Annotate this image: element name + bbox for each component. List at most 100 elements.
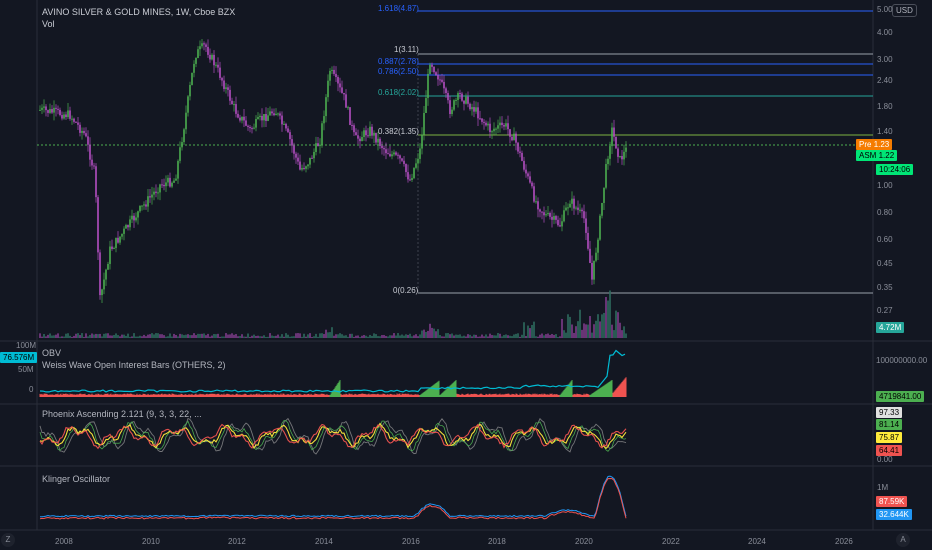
volume-bar [485,334,487,338]
volume-bar [589,316,591,338]
volume-bar [45,336,47,338]
after-market-tag: ASM 1.22 [856,150,898,161]
candle-body [113,247,115,249]
candle-body [391,154,393,157]
candle-body [295,153,297,158]
candle-body [539,209,541,212]
zoom-button[interactable]: Z [1,533,15,547]
volume-bar [199,333,201,338]
candle-body [235,104,237,114]
candle-body [335,73,337,78]
currency-badge[interactable]: USD [892,4,917,17]
volume-bar [335,334,337,338]
candle-body [197,49,199,59]
candle-body [157,192,159,194]
volume-bar [121,334,123,338]
phoenix-title: Phoenix Ascending 2.121 (9, 3, 3, 22, ..… [42,409,202,419]
candle-body [457,93,459,100]
volume-bar [55,334,57,338]
candle-body [119,236,121,243]
candle-body [149,196,151,198]
volume-bar [137,336,139,338]
candle-body [401,158,403,161]
volume-bar [521,334,523,338]
candle-body [389,153,391,157]
candle-body [609,146,611,159]
volume-bar [131,336,133,338]
fib-label-1618: 1.618(4.87) [378,4,419,13]
candle-body [555,216,557,220]
candle-body [77,122,79,125]
volume-bar [509,335,511,338]
candle-body [565,207,567,211]
candle-body [311,157,313,159]
candle-body [549,213,551,217]
candle-body [265,114,267,121]
candle-body [337,77,339,84]
price-tick: 2.40 [877,76,893,85]
volume-bar [171,336,173,338]
candle-body [215,64,217,66]
candle-body [419,148,421,159]
candle-body [205,44,207,47]
candle-body [359,138,361,142]
candle-body [501,122,503,126]
candle-body [59,109,61,116]
candle-body [63,114,65,119]
volume-bar [309,333,311,338]
volume-bar [189,335,191,338]
candle-body [505,123,507,127]
volume-bar [625,333,627,338]
volume-bar [265,336,267,338]
time-tick: 2014 [315,537,333,546]
volume-bar [41,336,43,338]
volume-bar [363,334,365,338]
volume-bar [143,334,145,338]
auto-scale-button[interactable]: A [896,533,910,547]
volume-bar [463,335,465,338]
volume-bar [49,333,51,338]
volume-bar [435,331,437,338]
candle-body [135,217,137,221]
candle-body [511,136,513,141]
candle-body [515,133,517,143]
candle-body [57,108,59,110]
volume-bar [617,312,619,338]
candle-body [351,124,353,126]
volume-bar [79,335,81,338]
candle-body [487,123,489,126]
candle-body [535,201,537,203]
volume-bar [473,334,475,338]
candle-body [309,157,311,165]
candle-body [415,163,417,168]
volume-bar [141,336,143,338]
candle-body [585,218,587,233]
candle-body [169,177,171,187]
volume-bar [455,334,457,338]
volume-bar [95,333,97,338]
candle-body [455,99,457,101]
volume-bar [247,333,249,338]
volume-bar [285,333,287,338]
chart-title: AVINO SILVER & GOLD MINES, 1W, Cboe BZX [42,7,236,17]
candle-body [55,107,57,109]
volume-bar [75,333,77,338]
volume-bar [253,334,255,338]
chart-canvas[interactable] [0,0,932,550]
volume-bar [269,333,271,338]
volume-bar [345,335,347,338]
candle-body [529,176,531,183]
candle-body [395,152,397,155]
candle-body [495,128,497,130]
volume-bar [421,330,423,338]
price-tick: 0.80 [877,208,893,217]
candle-body [243,116,245,121]
volume-bar [475,334,477,338]
candle-body [587,232,589,249]
volume-bar [191,335,193,338]
volume-bar [183,335,185,338]
candle-body [521,152,523,161]
candle-body [187,96,189,113]
candle-body [275,113,277,116]
candle-body [617,148,619,157]
